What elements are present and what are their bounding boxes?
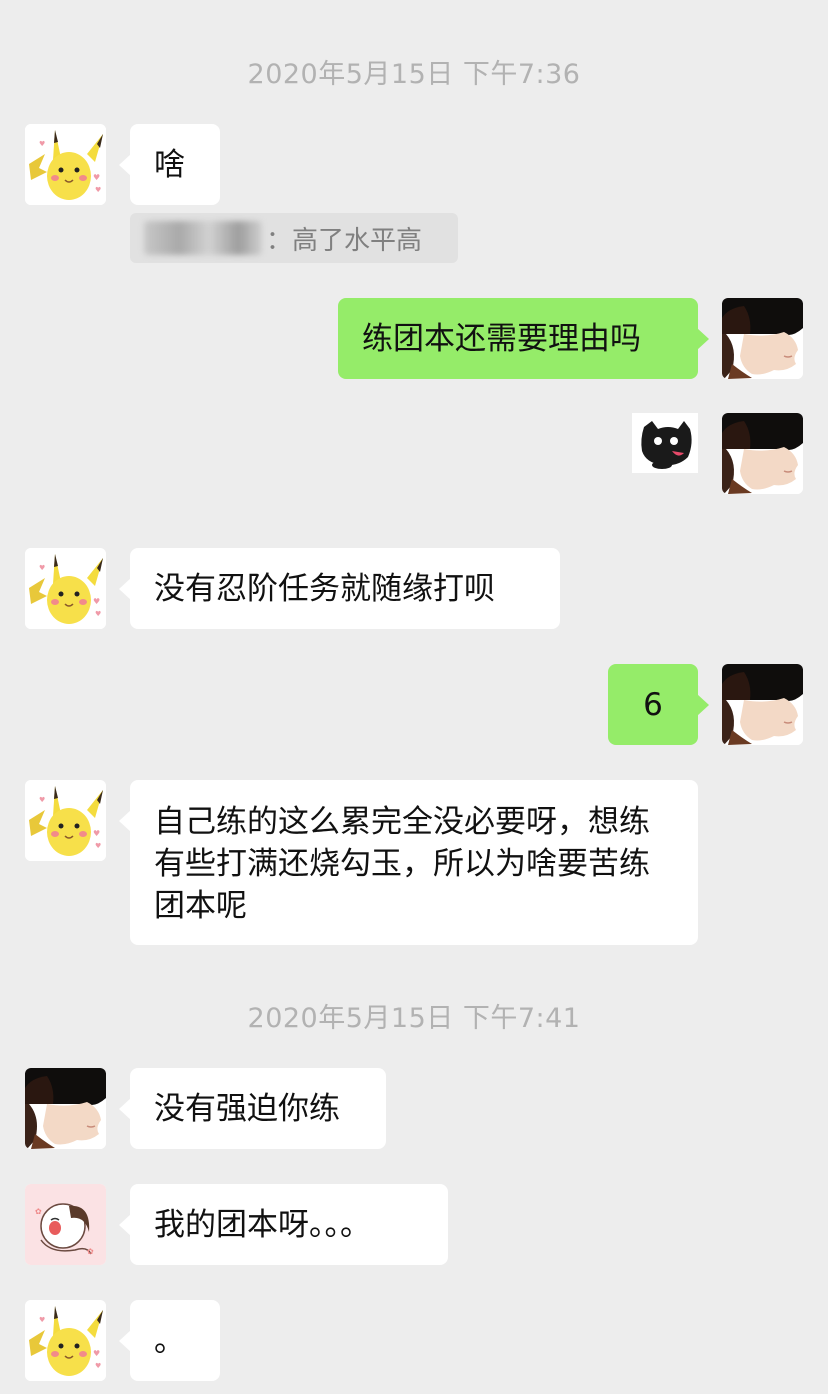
message-text: 自己练的这么累完全没必要呀，想练有些打满还烧勾玉，所以为啥要苦练团本呢	[154, 804, 650, 924]
message-text: 没有忍阶任务就随缘打呗	[154, 570, 495, 607]
message-bubble[interactable]: 没有忍阶任务就随缘打呗	[119, 548, 560, 629]
message-text: 6	[643, 686, 663, 723]
pikachu-avatar[interactable]	[25, 780, 106, 861]
hat-person-avatar[interactable]	[722, 413, 803, 494]
quote-text: 高了水平高	[292, 225, 423, 256]
message-bubble[interactable]: 。	[119, 1300, 220, 1381]
message-bubble[interactable]: 自己练的这么累完全没必要呀，想练有些打满还烧勾玉，所以为啥要苦练团本呢	[119, 780, 698, 945]
hat-person-avatar[interactable]	[722, 664, 803, 745]
message-bubble[interactable]: 啥	[119, 124, 220, 205]
pikachu-avatar[interactable]	[25, 548, 106, 629]
quoted-reply[interactable]: ： 高了水平高	[130, 213, 458, 263]
blurred-name	[144, 221, 262, 255]
hat-person-avatar[interactable]	[25, 1068, 106, 1149]
message-bubble-outgoing[interactable]: 6	[608, 664, 709, 745]
message-bubble[interactable]: 没有强迫你练	[119, 1068, 386, 1149]
message-text: 我的团本呀。。。	[154, 1206, 371, 1243]
message-bubble-outgoing[interactable]: 练团本还需要理由吗	[338, 298, 709, 379]
black-cat-icon	[632, 413, 698, 473]
hat-person-avatar[interactable]	[722, 298, 803, 379]
message-bubble[interactable]: 我的团本呀。。。	[119, 1184, 448, 1265]
black-cat-sticker[interactable]	[632, 413, 698, 473]
cartoon-girl-avatar[interactable]	[25, 1184, 106, 1265]
message-text: 没有强迫你练	[154, 1090, 340, 1127]
timestamp: 2020年5月15日 下午7:36	[247, 59, 581, 90]
timestamp: 2020年5月15日 下午7:41	[247, 1003, 581, 1034]
pikachu-avatar[interactable]	[25, 1300, 106, 1381]
message-text: 啥	[154, 146, 185, 183]
pikachu-avatar[interactable]	[25, 124, 106, 205]
message-text: 练团本还需要理由吗	[362, 320, 641, 357]
message-text: 。	[154, 1322, 185, 1359]
quote-separator: ：	[266, 225, 293, 256]
